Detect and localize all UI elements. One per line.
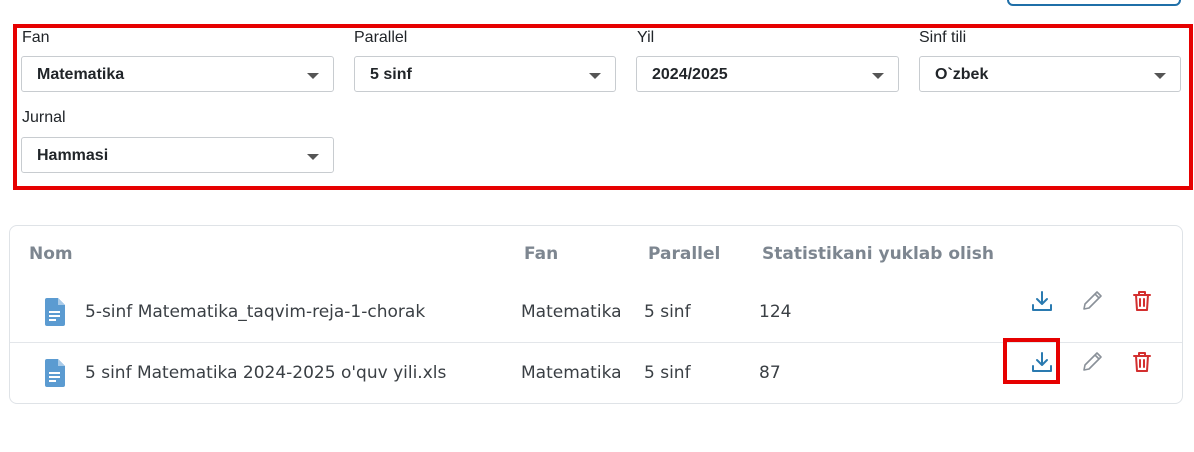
column-header-nom: Nom xyxy=(29,244,73,264)
yil-select-value: 2024/2025 xyxy=(652,66,728,83)
document-icon xyxy=(45,298,65,326)
yil-select[interactable]: 2024/2025 xyxy=(636,56,899,92)
download-count: 124 xyxy=(759,302,792,322)
column-header-fan: Fan xyxy=(524,244,559,264)
jurnal-select-value: Hammasi xyxy=(37,147,109,164)
parallel-select-value: 5 sinf xyxy=(370,66,412,83)
download-icon[interactable] xyxy=(1030,289,1054,313)
trash-icon[interactable] xyxy=(1130,289,1154,313)
pencil-icon[interactable] xyxy=(1080,289,1104,313)
column-header-parallel: Parallel xyxy=(648,244,721,264)
chevron-down-icon xyxy=(872,73,884,79)
chevron-down-icon xyxy=(1154,73,1166,79)
column-header-statistika: Statistikani yuklab olish xyxy=(762,244,994,264)
sinf-tili-label: Sinf tili xyxy=(919,29,967,46)
download-button-highlight xyxy=(1003,338,1060,384)
file-parallel: 5 sinf xyxy=(644,363,691,383)
file-fan: Matematika xyxy=(521,302,622,322)
download-count: 87 xyxy=(759,363,781,383)
sinf-tili-select[interactable]: O`zbek xyxy=(919,56,1181,92)
chevron-down-icon xyxy=(307,73,319,79)
chevron-down-icon xyxy=(589,73,601,79)
pencil-icon[interactable] xyxy=(1080,350,1104,374)
file-name[interactable]: 5-sinf Matematika_taqvim-reja-1-chorak xyxy=(85,302,425,322)
trash-icon[interactable] xyxy=(1130,350,1154,374)
file-name[interactable]: 5 sinf Matematika 2024-2025 o'quv yili.x… xyxy=(85,363,446,383)
sinf-tili-select-value: O`zbek xyxy=(935,66,989,83)
file-parallel: 5 sinf xyxy=(644,302,691,322)
jurnal-select[interactable]: Hammasi xyxy=(21,137,334,173)
jurnal-label: Jurnal xyxy=(22,109,66,126)
fan-select[interactable]: Matematika xyxy=(21,56,334,92)
parallel-label: Parallel xyxy=(354,29,408,46)
fan-label: Fan xyxy=(22,29,50,46)
file-fan: Matematika xyxy=(521,363,622,383)
top-action-button[interactable] xyxy=(1007,0,1181,6)
parallel-select[interactable]: 5 sinf xyxy=(354,56,616,92)
yil-label: Yil xyxy=(637,29,655,46)
chevron-down-icon xyxy=(307,154,319,160)
document-icon xyxy=(45,359,65,387)
fan-select-value: Matematika xyxy=(37,66,125,83)
